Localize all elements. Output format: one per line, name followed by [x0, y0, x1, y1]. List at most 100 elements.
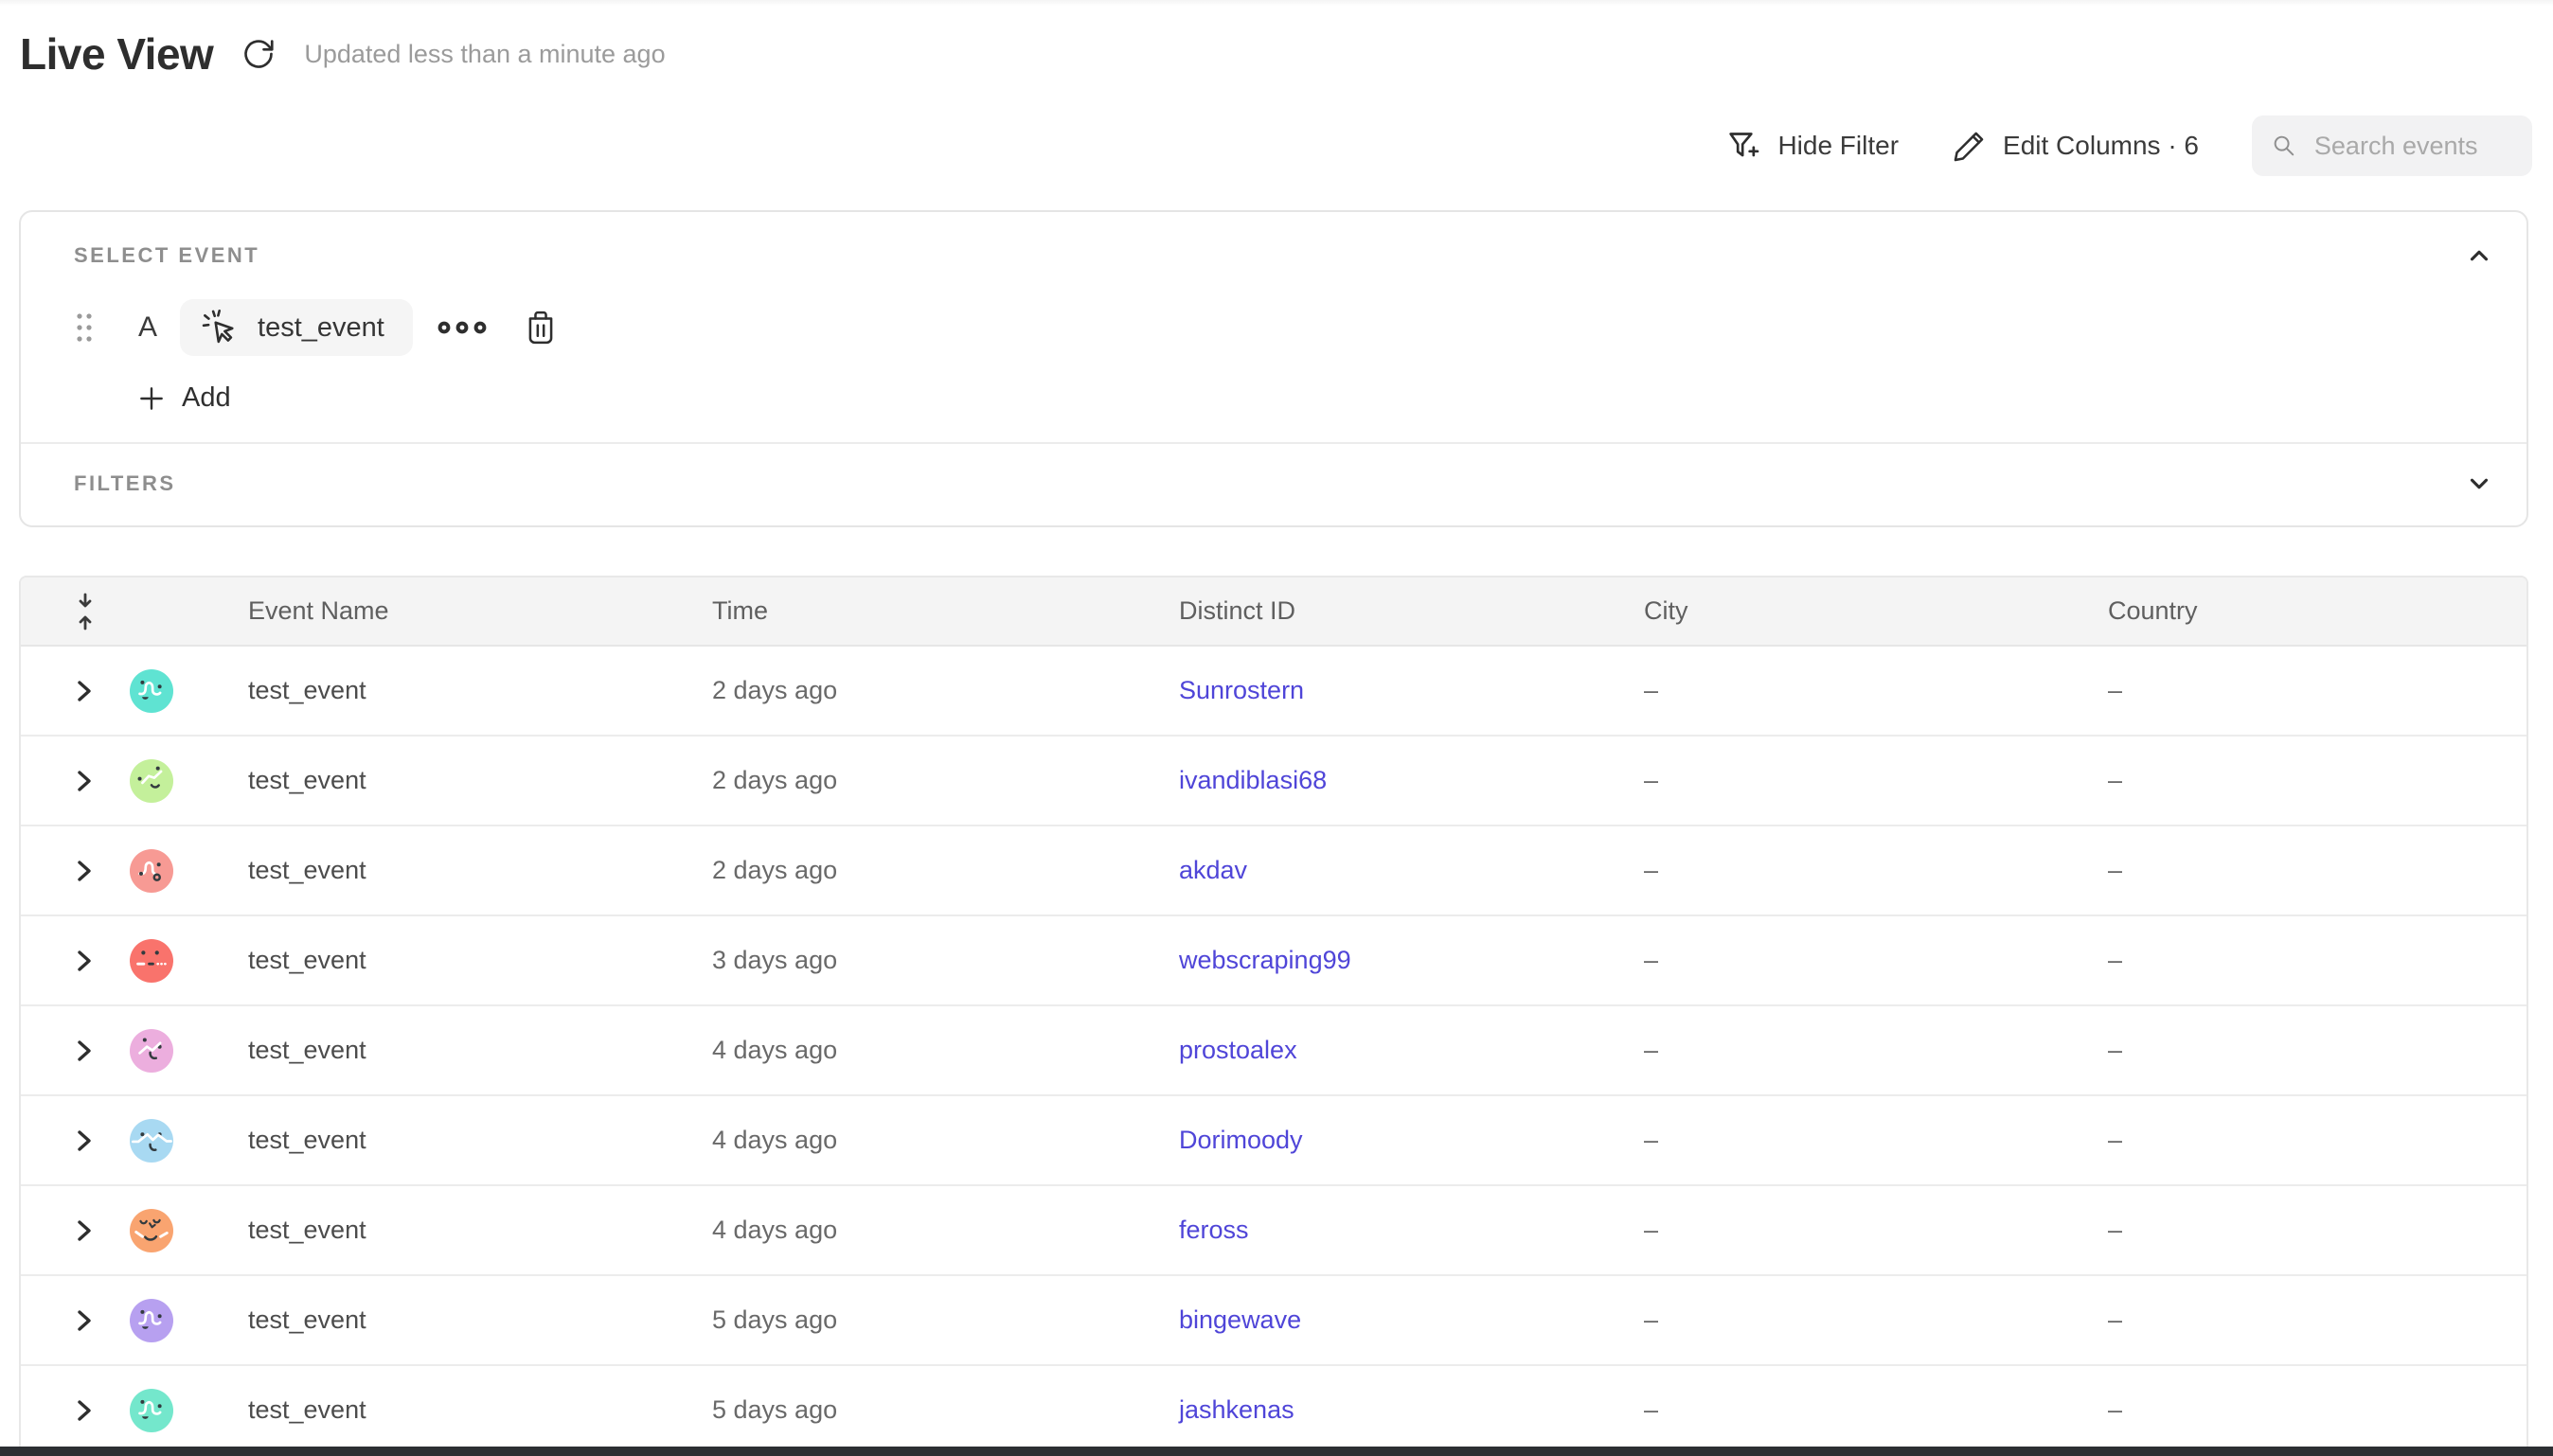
time-cell: 5 days ago [693, 1395, 1160, 1425]
event-name-cell: test_event [229, 1216, 693, 1245]
page-header: Live View Updated less than a minute ago [20, 28, 666, 80]
column-header-country[interactable]: Country [2089, 596, 2526, 626]
table-row: test_event 2 days ago akdav – – [21, 826, 2526, 916]
hide-filter-label: Hide Filter [1777, 131, 1899, 161]
chevron-right-icon [73, 1038, 96, 1064]
more-options-icon [437, 319, 487, 336]
distinct-id-link[interactable]: jashkenas [1160, 1395, 1625, 1425]
event-name-cell: test_event [229, 1395, 693, 1425]
avatar [130, 759, 173, 803]
time-cell: 4 days ago [693, 1036, 1160, 1065]
expand-row-button[interactable] [73, 1307, 96, 1334]
distinct-id-link[interactable]: Sunrostern [1160, 676, 1625, 705]
distinct-id-link[interactable]: ivandiblasi68 [1160, 766, 1625, 795]
drag-handle[interactable] [74, 311, 97, 344]
avatar-cell [111, 759, 229, 803]
event-options-button[interactable] [437, 319, 487, 336]
event-name-cell: test_event [229, 856, 693, 885]
avatar-cell [111, 939, 229, 983]
table-row: test_event 4 days ago prostoalex – – [21, 1006, 2526, 1096]
city-cell: – [1625, 1216, 2089, 1245]
delete-event-button[interactable] [523, 309, 559, 346]
table-row: test_event 2 days ago ivandiblasi68 – – [21, 737, 2526, 826]
plus-icon [136, 383, 167, 414]
expand-filters-button[interactable] [2460, 465, 2498, 503]
chevron-down-icon [2465, 470, 2493, 498]
event-name-cell: test_event [229, 1036, 693, 1065]
expand-row-button[interactable] [73, 1217, 96, 1244]
time-cell: 2 days ago [693, 766, 1160, 795]
event-pill-label: test_event [258, 312, 384, 344]
table-body: test_event 2 days ago Sunrostern – – tes… [21, 647, 2526, 1456]
events-table: Event Name Time Distinct ID City Country… [19, 576, 2528, 1456]
country-cell: – [2089, 676, 2526, 705]
country-cell: – [2089, 856, 2526, 885]
country-cell: – [2089, 1126, 2526, 1155]
chevron-right-icon [73, 1128, 96, 1154]
expand-row-button[interactable] [73, 858, 96, 884]
event-name-cell: test_event [229, 1305, 693, 1335]
country-cell: – [2089, 766, 2526, 795]
event-name-cell: test_event [229, 766, 693, 795]
collapse-all-button[interactable] [21, 593, 111, 630]
event-select-button[interactable]: test_event [180, 299, 413, 356]
filters-label: FILTERS [74, 471, 176, 496]
expand-row-button[interactable] [73, 678, 96, 704]
expand-row-button[interactable] [73, 1397, 96, 1424]
select-event-label: SELECT EVENT [74, 243, 259, 268]
column-header-city[interactable]: City [1625, 596, 2089, 626]
time-cell: 2 days ago [693, 856, 1160, 885]
city-cell: – [1625, 946, 2089, 975]
window-bottom-edge [0, 1447, 2553, 1456]
search-box[interactable] [2252, 115, 2532, 176]
city-cell: – [1625, 766, 2089, 795]
edit-columns-button[interactable]: Edit Columns · 6 [1952, 128, 2199, 164]
country-cell: – [2089, 1036, 2526, 1065]
table-row: test_event 5 days ago bingewave – – [21, 1276, 2526, 1366]
event-step-row: A test_event [74, 299, 2498, 356]
column-header-distinct-id[interactable]: Distinct ID [1160, 596, 1625, 626]
country-cell: – [2089, 1216, 2526, 1245]
distinct-id-link[interactable]: prostoalex [1160, 1036, 1625, 1065]
chevron-right-icon [73, 1307, 96, 1334]
city-cell: – [1625, 1126, 2089, 1155]
chevron-right-icon [73, 678, 96, 704]
chevron-right-icon [73, 768, 96, 794]
add-event-label: Add [182, 382, 231, 414]
avatar-cell [111, 1389, 229, 1432]
distinct-id-link[interactable]: akdav [1160, 856, 1625, 885]
trash-icon [523, 309, 559, 346]
avatar [130, 1119, 173, 1163]
filter-plus-icon [1724, 127, 1762, 165]
table-row: test_event 2 days ago Sunrostern – – [21, 647, 2526, 737]
collapse-select-event-button[interactable] [2460, 237, 2498, 275]
expand-row-button[interactable] [73, 1038, 96, 1064]
search-input[interactable] [2314, 132, 2513, 161]
cursor-click-icon [201, 308, 241, 347]
avatar-cell [111, 1209, 229, 1252]
expand-row-button[interactable] [73, 1128, 96, 1154]
country-cell: – [2089, 1305, 2526, 1335]
expand-row-button[interactable] [73, 948, 96, 974]
hide-filter-button[interactable]: Hide Filter [1724, 127, 1899, 165]
event-name-cell: test_event [229, 676, 693, 705]
refresh-button[interactable] [240, 35, 277, 73]
distinct-id-link[interactable]: webscraping99 [1160, 946, 1625, 975]
avatar [130, 939, 173, 983]
avatar [130, 669, 173, 713]
step-letter: A [138, 311, 157, 344]
column-header-event-name[interactable]: Event Name [229, 596, 693, 626]
distinct-id-link[interactable]: feross [1160, 1216, 1625, 1245]
country-cell: – [2089, 946, 2526, 975]
avatar [130, 1209, 173, 1252]
column-header-time[interactable]: Time [693, 596, 1160, 626]
live-view-page: Live View Updated less than a minute ago… [0, 0, 2553, 1456]
expand-row-button[interactable] [73, 768, 96, 794]
distinct-id-link[interactable]: bingewave [1160, 1305, 1625, 1335]
event-name-cell: test_event [229, 1126, 693, 1155]
city-cell: – [1625, 856, 2089, 885]
distinct-id-link[interactable]: Dorimoody [1160, 1126, 1625, 1155]
add-event-button[interactable]: Add [136, 382, 2498, 414]
table-row: test_event 5 days ago jashkenas – – [21, 1366, 2526, 1456]
table-row: test_event 4 days ago feross – – [21, 1186, 2526, 1276]
